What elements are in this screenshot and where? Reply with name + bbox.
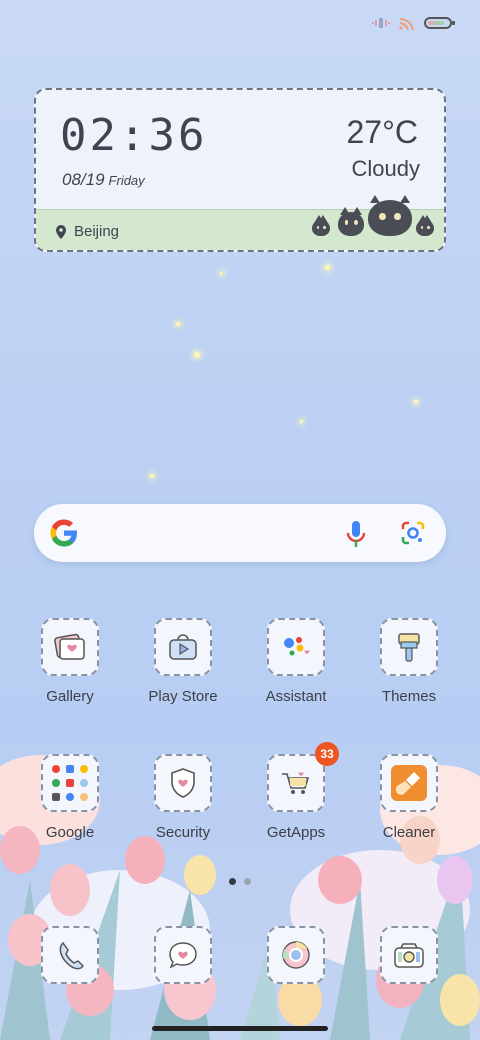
app-google-folder[interactable]: Google [20,754,120,841]
dock-messages[interactable] [133,926,233,984]
page-dot-active[interactable] [229,878,236,885]
app-label: Themes [381,688,437,705]
black-cat-decoration [368,195,412,236]
weather-condition: Cloudy [351,156,420,181]
day-of-week: Friday [108,173,145,188]
app-label: GetApps [266,824,326,841]
camera-icon [380,926,438,984]
app-security[interactable]: Security [133,754,233,841]
getapps-icon: 33 [267,742,339,812]
google-folder-icon [41,754,99,812]
temperature: 27°C [346,114,419,150]
google-logo-icon [50,519,77,547]
black-cat-decoration [338,207,364,236]
clock-time: 02:36 [60,110,208,161]
sparkle [176,322,180,326]
dock-phone[interactable] [20,926,120,984]
themes-icon [380,618,438,676]
messages-icon [154,926,212,984]
dock-chrome[interactable] [246,926,346,984]
notification-badge: 33 [315,742,339,766]
gallery-icon [41,618,99,676]
app-play-store[interactable]: Play Store [133,618,233,705]
app-themes[interactable]: Themes [359,618,459,705]
google-search-bar[interactable] [34,504,446,562]
app-assistant[interactable]: Assistant [246,618,346,705]
security-icon [154,754,212,812]
page-dot[interactable] [244,878,251,885]
app-label: Google [45,824,95,841]
status-bar [372,16,455,30]
sparkle [194,352,200,358]
google-lens-icon[interactable] [400,520,426,546]
app-cleaner[interactable]: Cleaner [359,754,459,841]
app-label: Gallery [46,688,94,705]
play-store-icon [154,618,212,676]
app-label: Play Store [148,688,218,705]
app-label: Security [155,824,211,841]
sparkle [220,272,223,275]
black-cat-decoration [312,215,330,236]
home-indicator[interactable] [152,1026,328,1031]
assistant-icon [267,618,325,676]
cleaner-icon [380,754,438,812]
dock-camera[interactable] [359,926,459,984]
sparkle [300,420,303,423]
location-pin-icon [56,224,66,239]
app-label: Cleaner [382,824,436,841]
wifi-icon [399,17,414,30]
chrome-icon [267,926,325,984]
date-value: 08/19 [62,170,105,189]
sparkle [325,265,330,270]
app-getapps[interactable]: 33 GetApps [246,742,346,841]
app-gallery[interactable]: Gallery [20,618,120,705]
location: Beijing [56,223,119,240]
page-indicator[interactable] [0,878,480,885]
sparkle [150,474,154,478]
microphone-icon[interactable] [346,520,366,548]
battery-icon [424,17,455,29]
phone-icon [41,926,99,984]
location-name: Beijing [74,223,120,240]
black-cat-decoration [416,215,434,236]
weather-clock-widget[interactable]: 02:36 08/19 Friday 27°C Cloudy Beijing [34,88,446,252]
app-label: Assistant [265,688,327,705]
clock-date: 08/19 Friday [62,170,145,190]
vibration-icon [372,18,390,28]
sparkle [414,400,418,404]
